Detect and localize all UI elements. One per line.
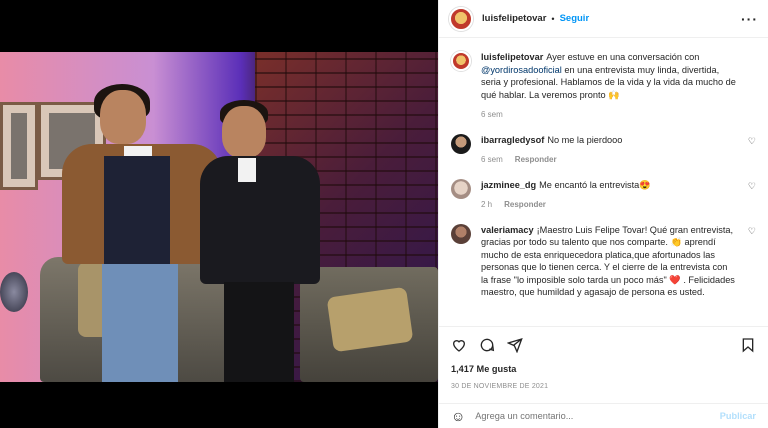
wall-frame-left	[0, 102, 38, 190]
commenter-username[interactable]: ibarragledysof	[481, 135, 544, 145]
post-header: luisfelipetovar • Seguir ···	[439, 0, 768, 38]
caption: luisfelipetovar Ayer estuve en una conver…	[451, 51, 756, 122]
comment-time[interactable]: 6 sem	[481, 154, 503, 167]
person-left	[62, 84, 222, 382]
reply-button[interactable]: Responder	[504, 199, 546, 212]
pillow-right	[326, 286, 414, 353]
commenter-avatar[interactable]	[451, 133, 471, 154]
follow-button[interactable]: Seguir	[560, 13, 590, 24]
post-date: 30 DE NOVIEMBRE DE 2021	[451, 383, 549, 390]
author-avatar[interactable]	[449, 6, 473, 31]
likes-count[interactable]: 1,417 Me gusta	[451, 364, 756, 374]
caption-time[interactable]: 6 sem	[481, 109, 503, 122]
add-comment-bar: ☺ Publicar	[439, 403, 768, 428]
caption-text-before: Ayer estuve en una conversación con	[546, 52, 700, 62]
share-icon[interactable]	[507, 337, 523, 353]
more-options-icon[interactable]: ···	[741, 11, 758, 27]
post-sidebar: luisfelipetovar • Seguir ··· luisfelipet…	[438, 0, 768, 428]
heart-icon[interactable]	[451, 337, 467, 353]
separator-dot: •	[551, 13, 555, 24]
author-username[interactable]: luisfelipetovar	[482, 13, 546, 24]
caption-username[interactable]: luisfelipetovar	[481, 52, 543, 62]
bookmark-icon[interactable]	[740, 337, 756, 353]
caption-mention[interactable]: @yordirosadooficial	[481, 65, 562, 75]
comment-text: ¡Maestro Luis Felipe Tovar! Qué gran ent…	[481, 224, 735, 298]
comment-icon[interactable]	[479, 337, 495, 353]
commenter-username[interactable]: valeriamacy	[481, 225, 534, 235]
comment-text: Me encantó la entrevista😍	[539, 179, 651, 190]
publish-button[interactable]: Publicar	[720, 411, 756, 421]
comment-item: ibarragledysof No me la pierdooo 6 sem Res…	[451, 133, 756, 167]
comment-text: No me la pierdooo	[547, 134, 623, 145]
comment-input[interactable]	[475, 411, 720, 421]
like-comment-icon[interactable]: ♡	[748, 181, 756, 192]
reply-button[interactable]: Responder	[515, 154, 557, 167]
person-right	[200, 100, 320, 382]
post-photo[interactable]	[0, 52, 438, 382]
post-actions: 1,417 Me gusta 30 DE NOVIEMBRE DE 2021	[439, 326, 768, 398]
post-media[interactable]	[0, 0, 438, 428]
like-comment-icon[interactable]: ♡	[748, 136, 756, 147]
comment-item: jazminee_dg Me encantó la entrevista😍 2 h…	[451, 178, 756, 212]
commenter-username[interactable]: jazminee_dg	[481, 180, 536, 190]
comments-list[interactable]: luisfelipetovar Ayer estuve en una conver…	[439, 39, 768, 325]
comment-item: valeriamacy ¡Maestro Luis Felipe Tovar! Q…	[451, 223, 756, 299]
emoji-icon[interactable]: ☺	[451, 408, 465, 424]
comment-time[interactable]: 2 h	[481, 199, 492, 212]
commenter-avatar[interactable]	[451, 178, 471, 199]
lamp	[0, 272, 28, 312]
like-comment-icon[interactable]: ♡	[748, 226, 756, 237]
commenter-avatar[interactable]	[451, 223, 471, 244]
caption-avatar[interactable]	[451, 51, 471, 71]
